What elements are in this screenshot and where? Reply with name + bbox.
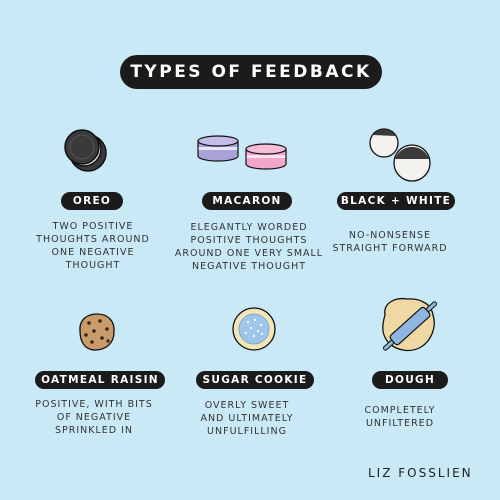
oatmeal-raisin-cookie-icon xyxy=(79,313,115,351)
desc-oatmeal-raisin: POSITIVE, WITH BITS OF NEGATIVE SPRINKLE… xyxy=(35,399,153,436)
desc-sugar-cookie: OVERLY SWEET AND ULTIMATELY UNFULFILLING xyxy=(200,400,294,437)
label-sugar-cookie: SUGAR COOKIE xyxy=(196,371,314,389)
label-macaron: MACARON xyxy=(202,192,292,210)
desc-oreo: TWO POSITIVE THOUGHTS AROUND ONE NEGATIV… xyxy=(36,221,150,271)
desc-macaron: ELEGANTLY WORDED POSITIVE THOUGHTS AROUN… xyxy=(174,222,324,272)
dough-with-rolling-pin-icon xyxy=(382,297,438,352)
desc-dough: COMPLETELY UNFILTERED xyxy=(364,405,436,429)
label-black-white: BLACK + WHITE xyxy=(337,192,455,210)
signature: LIZ FOSSLIEN xyxy=(368,466,473,480)
label-oatmeal-raisin: OATMEAL RAISIN xyxy=(35,371,165,389)
label-dough: DOUGH xyxy=(372,371,448,389)
sugar-cookie-icon xyxy=(232,307,276,351)
black-and-white-cookie-icon xyxy=(369,128,431,182)
macaron-icon xyxy=(197,135,287,170)
label-oreo: OREO xyxy=(61,192,123,210)
desc-black-white: NO-NONSENSE STRAIGHT FORWARD xyxy=(332,230,448,254)
page-title: TYPES OF FEEDBACK xyxy=(120,55,382,89)
oreo-icon xyxy=(64,129,107,172)
